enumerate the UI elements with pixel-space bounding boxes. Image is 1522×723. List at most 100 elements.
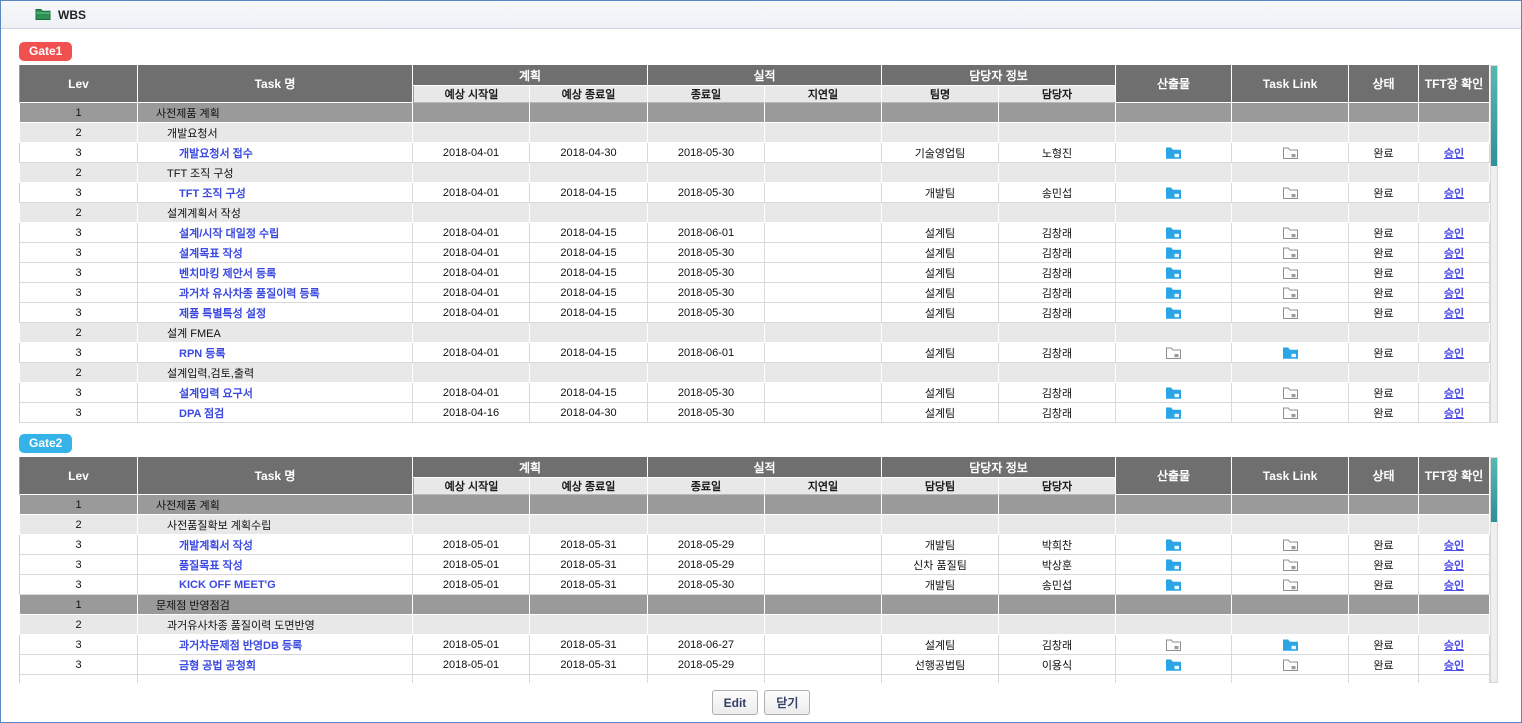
task-link-folder-icon[interactable] xyxy=(1282,306,1299,320)
output-folder-icon[interactable] xyxy=(1165,226,1182,240)
task-link-folder-icon[interactable] xyxy=(1282,146,1299,160)
approve-link[interactable]: 승인 xyxy=(1444,408,1464,420)
task-link[interactable]: 개발요청서 접수 xyxy=(179,148,253,160)
output-folder-icon[interactable] xyxy=(1165,386,1182,400)
output-folder-icon[interactable] xyxy=(1165,346,1182,360)
col-group-actual: 실적 xyxy=(648,65,882,86)
task-link[interactable]: TFT 조직 구성 xyxy=(179,188,246,200)
plan-start-cell: 2018-05-01 xyxy=(413,555,530,575)
output-folder-icon[interactable] xyxy=(1165,286,1182,300)
task-link-folder-icon[interactable] xyxy=(1282,538,1299,552)
task-link-cell xyxy=(1232,343,1349,363)
approve-link[interactable]: 승인 xyxy=(1444,248,1464,260)
task-link[interactable]: 개발계획서 작성 xyxy=(179,540,253,552)
plan-end-cell: 2018-05-31 xyxy=(530,655,648,675)
close-button[interactable]: 닫기 xyxy=(764,690,810,715)
team-cell: 설계팀 xyxy=(882,243,999,263)
edit-button[interactable]: Edit xyxy=(712,690,759,715)
task-link[interactable]: 설계목표 작성 xyxy=(179,248,243,260)
plan-end-cell xyxy=(530,163,648,183)
task-link-folder-icon[interactable] xyxy=(1282,658,1299,672)
output-folder-icon[interactable] xyxy=(1165,306,1182,320)
task-link-folder-icon[interactable] xyxy=(1282,386,1299,400)
owner-cell xyxy=(999,615,1116,635)
end-date-cell xyxy=(648,515,765,535)
task-link-cell xyxy=(1232,363,1349,383)
end-date-cell: 2018-05-30 xyxy=(648,183,765,203)
col-header-task: Task 명 xyxy=(138,457,413,495)
output-folder-icon[interactable] xyxy=(1165,246,1182,260)
approve-link[interactable]: 승인 xyxy=(1444,308,1464,320)
vertical-scrollbar[interactable] xyxy=(1490,65,1498,423)
tft-confirm-cell: 승인 xyxy=(1419,243,1490,263)
task-link[interactable]: 금형 공법 공청회 xyxy=(179,660,256,672)
output-folder-icon[interactable] xyxy=(1165,638,1182,652)
approve-link[interactable]: 승인 xyxy=(1444,640,1464,652)
task-cell: 과거차문제점 반영DB 등록 xyxy=(138,635,413,655)
approve-link[interactable]: 승인 xyxy=(1444,148,1464,160)
task-link-folder-icon[interactable] xyxy=(1282,346,1299,360)
task-cell: 문제점 반영점검 xyxy=(138,595,413,615)
task-link[interactable]: 설계/시작 대일정 수립 xyxy=(179,228,279,240)
approve-link[interactable]: 승인 xyxy=(1444,580,1464,592)
task-link[interactable]: 설계입력 요구서 xyxy=(179,388,253,400)
plan-start-cell xyxy=(413,323,530,343)
task-link-folder-icon[interactable] xyxy=(1282,638,1299,652)
scrollbar-thumb[interactable] xyxy=(1491,458,1497,522)
approve-link[interactable]: 승인 xyxy=(1444,660,1464,672)
task-link-cell xyxy=(1232,243,1349,263)
end-date-cell: 2018-06-01 xyxy=(648,223,765,243)
output-folder-icon[interactable] xyxy=(1165,658,1182,672)
delay-cell xyxy=(765,495,882,515)
task-cell: 설계목표 작성 xyxy=(138,243,413,263)
approve-link[interactable]: 승인 xyxy=(1444,540,1464,552)
task-link-folder-icon[interactable] xyxy=(1282,286,1299,300)
task-link[interactable]: DPA 점검 xyxy=(179,408,224,420)
output-cell xyxy=(1116,595,1232,615)
task-link-folder-icon[interactable] xyxy=(1282,186,1299,200)
approve-link[interactable]: 승인 xyxy=(1444,228,1464,240)
col-group-owner-info: 담당자 정보 xyxy=(882,65,1116,86)
table-row: 3설계/시작 대일정 수립2018-04-012018-04-152018-06… xyxy=(19,223,1490,243)
tft-confirm-cell: 승인 xyxy=(1419,223,1490,243)
task-link-cell xyxy=(1232,203,1349,223)
task-link[interactable]: 과거차문제점 반영DB 등록 xyxy=(179,640,302,652)
output-folder-icon[interactable] xyxy=(1165,578,1182,592)
task-link-folder-icon[interactable] xyxy=(1282,226,1299,240)
task-link[interactable]: 품질목표 작성 xyxy=(179,560,243,572)
approve-link[interactable]: 승인 xyxy=(1444,348,1464,360)
output-folder-icon[interactable] xyxy=(1165,558,1182,572)
status-cell: 완료 xyxy=(1349,555,1419,575)
task-link[interactable]: RPN 등록 xyxy=(179,348,226,360)
output-folder-icon[interactable] xyxy=(1165,146,1182,160)
task-link[interactable]: KICK OFF MEET'G xyxy=(179,579,276,591)
delay-cell xyxy=(765,263,882,283)
output-folder-icon[interactable] xyxy=(1165,266,1182,280)
approve-link[interactable]: 승인 xyxy=(1444,388,1464,400)
task-cell: KICK OFF MEET'G xyxy=(138,575,413,595)
delay-cell xyxy=(765,675,882,683)
plan-start-cell xyxy=(413,103,530,123)
approve-link[interactable]: 승인 xyxy=(1444,288,1464,300)
task-link-folder-icon[interactable] xyxy=(1282,406,1299,420)
task-link[interactable]: 벤치마킹 제안서 등록 xyxy=(179,268,276,280)
table-row: 3RPN 등록2018-04-012018-04-152018-06-01설계팀… xyxy=(19,343,1490,363)
task-link-folder-icon[interactable] xyxy=(1282,578,1299,592)
gate2-badge: Gate2 xyxy=(19,434,72,453)
team-cell xyxy=(882,515,999,535)
delay-cell xyxy=(765,403,882,423)
output-folder-icon[interactable] xyxy=(1165,406,1182,420)
task-link[interactable]: 과거차 유사차종 품질이력 등록 xyxy=(179,288,320,300)
approve-link[interactable]: 승인 xyxy=(1444,560,1464,572)
task-link[interactable]: 제품 특별특성 설정 xyxy=(179,308,266,320)
team-cell: 설계팀 xyxy=(882,283,999,303)
approve-link[interactable]: 승인 xyxy=(1444,268,1464,280)
vertical-scrollbar[interactable] xyxy=(1490,457,1498,683)
task-link-folder-icon[interactable] xyxy=(1282,266,1299,280)
task-link-folder-icon[interactable] xyxy=(1282,558,1299,572)
output-folder-icon[interactable] xyxy=(1165,186,1182,200)
output-folder-icon[interactable] xyxy=(1165,538,1182,552)
scrollbar-thumb[interactable] xyxy=(1491,66,1497,166)
approve-link[interactable]: 승인 xyxy=(1444,188,1464,200)
task-link-folder-icon[interactable] xyxy=(1282,246,1299,260)
